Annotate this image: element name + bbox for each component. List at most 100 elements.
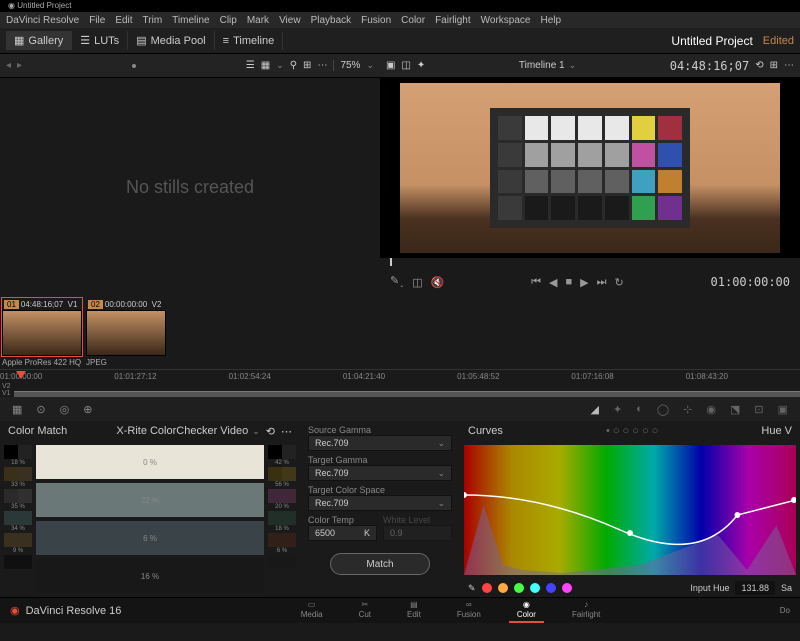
colorchecker-cell xyxy=(632,196,656,220)
wheels-icon[interactable]: ◎ xyxy=(60,403,70,416)
gray-bar: 0 % xyxy=(36,445,264,479)
timeline-selector[interactable]: Timeline 1 xyxy=(519,60,576,71)
chart-type-dropdown[interactable]: X-Rite ColorChecker Video xyxy=(116,425,259,437)
timeline-clip[interactable] xyxy=(14,391,800,397)
eyedropper-icon[interactable]: ✎ xyxy=(468,583,476,594)
colorchecker-cell xyxy=(551,170,575,194)
3d-icon[interactable]: ▣ xyxy=(778,403,788,416)
curves-mode[interactable]: Hue V xyxy=(761,425,792,437)
warper-icon[interactable]: ✦ xyxy=(613,403,622,416)
reset-icon[interactable]: ⟲ xyxy=(266,425,275,438)
target-gamma-dropdown[interactable]: Rec.709 xyxy=(308,465,452,481)
page-tab-fairlight[interactable]: ♪Fairlight xyxy=(564,598,608,623)
hue-green[interactable] xyxy=(514,583,524,593)
viewer-more-icon[interactable]: ⋯ xyxy=(784,60,794,71)
tab-label: Media xyxy=(301,610,323,619)
clip-thumbnail[interactable]: 0200:00:00:00 V2 xyxy=(86,298,166,356)
viewer-expand-icon[interactable]: ⊞ xyxy=(770,60,778,71)
menu-davinci-resolve[interactable]: DaVinci Resolve xyxy=(6,15,79,26)
target-colorspace-dropdown[interactable]: Rec.709 xyxy=(308,495,452,511)
arrow-right-icon[interactable]: ▸ xyxy=(17,60,22,71)
sort-dropdown[interactable] xyxy=(276,60,284,71)
more-icon[interactable]: ⋯ xyxy=(317,60,327,71)
camera-raw-icon[interactable]: ▦ xyxy=(12,403,22,416)
menu-file[interactable]: File xyxy=(89,15,105,26)
pager-right: Do xyxy=(770,606,800,615)
source-gamma-dropdown[interactable]: Rec.709 xyxy=(308,435,452,451)
viewer-split-icon[interactable]: ◫ xyxy=(401,60,410,71)
zoom-dropdown[interactable] xyxy=(366,60,374,71)
page-tab-edit[interactable]: ▤Edit xyxy=(399,598,429,623)
search-icon[interactable]: ⚲ xyxy=(290,60,297,71)
menu-help[interactable]: Help xyxy=(540,15,561,26)
color-match-tool-icon[interactable]: ⊙ xyxy=(36,403,45,416)
hue-cyan[interactable] xyxy=(530,583,540,593)
menu-edit[interactable]: Edit xyxy=(115,15,132,26)
viewer-fx-icon[interactable]: ✦ xyxy=(417,60,425,71)
stop-icon[interactable]: ■ xyxy=(566,276,573,288)
clip-thumbnail[interactable]: 0104:48:16;07 V1 xyxy=(2,298,82,356)
color-temp-input[interactable]: 6500K xyxy=(308,525,377,541)
menu-playback[interactable]: Playback xyxy=(311,15,352,26)
viewer-body[interactable] xyxy=(380,78,800,258)
page-tab-media[interactable]: ▭Media xyxy=(293,598,331,623)
menu-fairlight[interactable]: Fairlight xyxy=(435,15,471,26)
sizing-icon[interactable]: ⊡ xyxy=(754,403,763,416)
menu-fusion[interactable]: Fusion xyxy=(361,15,391,26)
match-button-label: Match xyxy=(366,559,393,570)
filter-icon[interactable]: ⊞ xyxy=(303,60,311,71)
menu-color[interactable]: Color xyxy=(401,15,425,26)
blur-icon[interactable]: ◉ xyxy=(706,403,716,416)
viewer-sync-icon[interactable]: ⟲ xyxy=(755,60,763,71)
input-hue-value[interactable]: 131.88 xyxy=(735,581,775,595)
luts-toggle[interactable]: ☰ LUTs xyxy=(72,31,128,50)
hue-yellow[interactable] xyxy=(498,583,508,593)
page-tab-color[interactable]: ◉Color xyxy=(509,598,544,623)
eyedropper-icon[interactable]: ✎⌄ xyxy=(390,274,404,289)
cut-icon: ✂ xyxy=(361,600,368,609)
curves-icon[interactable]: ◢ xyxy=(590,403,598,416)
list-view-icon[interactable]: ☰ xyxy=(246,60,255,71)
last-frame-icon[interactable]: ⏭ xyxy=(597,276,607,289)
window-icon[interactable]: ◯ xyxy=(657,403,669,416)
arrow-left-icon[interactable]: ◂ xyxy=(6,60,11,71)
playhead-icon[interactable] xyxy=(16,371,26,379)
menu-mark[interactable]: Mark xyxy=(247,15,269,26)
marker-icon[interactable] xyxy=(132,64,136,68)
more-icon[interactable]: ⋯ xyxy=(281,425,292,438)
hue-magenta[interactable] xyxy=(562,583,572,593)
grid-view-icon[interactable]: ▦ xyxy=(261,60,270,71)
hue-blue[interactable] xyxy=(546,583,556,593)
hue-red[interactable] xyxy=(482,583,492,593)
key-icon[interactable]: ⬔ xyxy=(730,403,740,416)
media-pool-icon: ▤ xyxy=(136,34,146,47)
transport-timecode[interactable]: 01:00:00:00 xyxy=(711,275,790,289)
gallery-toggle[interactable]: ▦ Gallery xyxy=(6,31,72,50)
loop-icon[interactable]: ↻ xyxy=(615,276,624,289)
split-screen-icon[interactable]: ◫ xyxy=(412,276,422,289)
menu-view[interactable]: View xyxy=(279,15,301,26)
viewer-timecode[interactable]: 04:48:16;07 xyxy=(670,59,749,73)
scrub-playhead[interactable] xyxy=(390,258,392,266)
first-frame-icon[interactable]: ⏮ xyxy=(531,276,541,289)
zoom-level[interactable]: 75% xyxy=(333,60,360,71)
tracking-icon[interactable]: ⊹ xyxy=(683,403,692,416)
page-tab-fusion[interactable]: ∞Fusion xyxy=(449,598,489,623)
page-tab-cut[interactable]: ✂Cut xyxy=(351,598,379,623)
menu-clip[interactable]: Clip xyxy=(220,15,237,26)
rgb-mixer-icon[interactable]: ⊕ xyxy=(83,403,92,416)
play-icon[interactable]: ▶ xyxy=(580,276,588,289)
timeline-ruler[interactable]: 01:00:00:0001:01:27:1201:02:54:2401:04:2… xyxy=(0,369,800,397)
mute-icon[interactable]: 🔇 xyxy=(431,276,445,289)
viewer-mode-icon[interactable]: ▣ xyxy=(386,60,395,71)
media-pool-toggle[interactable]: ▤ Media Pool xyxy=(128,31,214,50)
reverse-play-icon[interactable]: ◀ xyxy=(549,276,557,289)
gallery-body: No stills created xyxy=(0,78,380,296)
menu-workspace[interactable]: Workspace xyxy=(481,15,531,26)
menu-trim[interactable]: Trim xyxy=(143,15,163,26)
qualifier-icon[interactable]: ◐ xyxy=(636,403,643,415)
timeline-toggle[interactable]: ≡ Timeline xyxy=(215,32,284,50)
menu-timeline[interactable]: Timeline xyxy=(172,15,209,26)
match-button[interactable]: Match xyxy=(330,553,430,575)
curves-graph[interactable] xyxy=(464,445,796,575)
